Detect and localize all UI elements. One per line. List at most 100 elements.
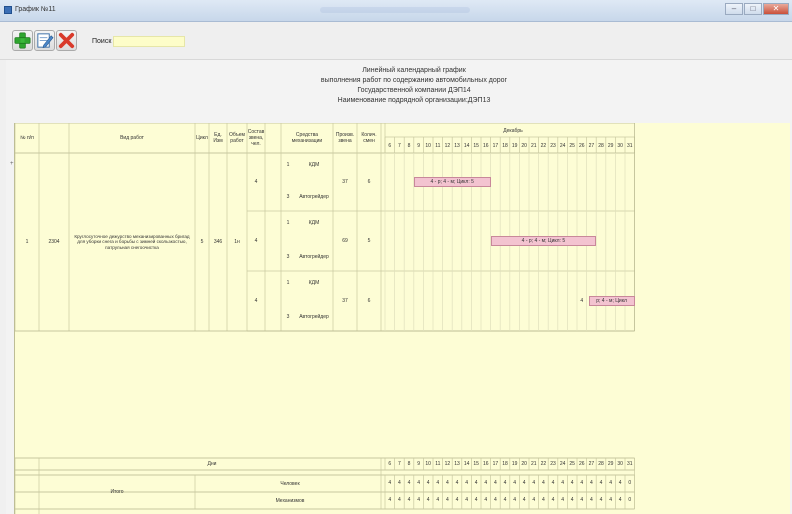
expand-toggle[interactable]: + bbox=[10, 161, 14, 167]
day-header-cell: 20 bbox=[521, 142, 527, 149]
day-header-cell: 17 bbox=[492, 142, 499, 149]
day-header-cell: 9 bbox=[417, 142, 420, 149]
footer-day-cell: 24 bbox=[559, 461, 566, 467]
report-heading: Линейный календарный график выполнения р… bbox=[6, 66, 792, 106]
heading-line-1: Линейный календарный график bbox=[362, 67, 466, 74]
minimize-button[interactable]: – bbox=[725, 3, 743, 15]
machine-1-name: КДМ bbox=[308, 220, 320, 226]
footer-people-cell: 4 bbox=[542, 480, 545, 486]
footer-people-cell: 4 bbox=[580, 480, 584, 486]
footer-machines-cell: 4 bbox=[455, 497, 459, 503]
group-output: 37 bbox=[342, 298, 348, 304]
row-unit: 346 bbox=[213, 239, 223, 245]
footer-day-cell: 31 bbox=[627, 461, 633, 467]
footer-machines-cell: 4 bbox=[599, 497, 603, 503]
title-bar-blur bbox=[320, 7, 470, 13]
col-header-volume: Объем работ bbox=[229, 132, 245, 144]
search-input[interactable] bbox=[113, 36, 185, 47]
machine-2-num: 3 bbox=[286, 194, 290, 200]
day-header-cell: 7 bbox=[398, 142, 401, 149]
footer-machines-cell: 4 bbox=[618, 497, 622, 503]
footer-people-cell: 4 bbox=[417, 480, 420, 486]
col-header-shifts: Колич. смен bbox=[361, 132, 377, 144]
search-label: Поиск bbox=[92, 38, 112, 45]
close-window-button[interactable]: ✕ bbox=[763, 3, 789, 15]
machine-2-num: 3 bbox=[286, 314, 290, 320]
report-area: Линейный календарный график выполнения р… bbox=[6, 60, 792, 514]
day-header-cell: 11 bbox=[435, 142, 441, 149]
row-volume: 1н bbox=[234, 239, 240, 245]
footer-people-cell: 4 bbox=[532, 480, 536, 486]
day-header-cell: 30 bbox=[617, 142, 623, 149]
group-crew: 4 bbox=[254, 298, 258, 304]
footer-people-cell: 4 bbox=[494, 480, 497, 486]
footer-day-cell: 16 bbox=[483, 461, 489, 467]
schedule-bar[interactable]: 4 - р; 4 - м; Цикл: 5 bbox=[490, 236, 597, 246]
day-header-cell: 19 bbox=[511, 142, 518, 149]
day-header-cell: 6 bbox=[388, 142, 392, 149]
application-window: График №11 – □ ✕ Поиск Линейный календар… bbox=[0, 0, 792, 514]
footer-people-cell: 4 bbox=[551, 480, 555, 486]
col-header-kind: Вид работ bbox=[120, 135, 144, 141]
footer-people-cell: 4 bbox=[446, 480, 449, 486]
footer-day-cell: 25 bbox=[569, 461, 575, 467]
footer-people-cell: 4 bbox=[474, 480, 478, 486]
footer-day-cell: 10 bbox=[425, 461, 431, 467]
footer-machines-cell: 4 bbox=[436, 497, 440, 503]
footer-people-cell: 4 bbox=[398, 480, 401, 486]
machine-1-num: 1 bbox=[286, 162, 290, 168]
footer-machines-cell: 4 bbox=[513, 497, 516, 503]
day-header-cell: 22 bbox=[540, 142, 547, 149]
heading-line-2: выполнения работ по содержанию автомобил… bbox=[320, 77, 508, 84]
footer-machines-cell: 4 bbox=[609, 497, 612, 503]
machine-2-name: Автогрейдер bbox=[299, 254, 329, 260]
group-output: 37 bbox=[342, 179, 348, 185]
day-header-cell: 29 bbox=[607, 142, 614, 149]
footer-machines-cell: 4 bbox=[551, 497, 555, 503]
day-header-cell: 13 bbox=[454, 142, 460, 149]
schedule-bar[interactable]: р; 4 - м; Цикл bbox=[588, 296, 635, 306]
schedule-bar[interactable]: 4 - р; 4 - м; Цикл: 5 bbox=[413, 177, 491, 187]
footer-day-cell: 28 bbox=[598, 461, 604, 467]
footer-machines-cell: 4 bbox=[542, 497, 545, 503]
footer-days-label: Дни bbox=[207, 461, 217, 467]
footer-machines-cell: 4 bbox=[522, 497, 526, 503]
footer-machines-cell: 4 bbox=[474, 497, 478, 503]
day-header-cell: 12 bbox=[444, 142, 451, 149]
footer-day-cell: 9 bbox=[417, 461, 420, 467]
col-header-unit: Ед. Изм bbox=[213, 132, 223, 144]
day-header-cell: 28 bbox=[598, 142, 604, 149]
footer-day-cell: 11 bbox=[435, 461, 441, 467]
edit-button[interactable] bbox=[34, 30, 55, 51]
maximize-button[interactable]: □ bbox=[744, 3, 762, 15]
footer-day-cell: 20 bbox=[521, 461, 527, 467]
footer-machines-cell: 4 bbox=[580, 497, 584, 503]
group-shifts: 6 bbox=[367, 179, 371, 185]
schedule-table[interactable]: № п/п Вид работ Цикл Ед. Изм Объем работ… bbox=[10, 123, 790, 514]
footer-day-cell: 12 bbox=[444, 461, 451, 467]
delete-button[interactable] bbox=[56, 30, 77, 51]
footer-people-cell: 4 bbox=[609, 480, 612, 486]
footer-people-cell: 4 bbox=[618, 480, 622, 486]
footer-day-cell: 18 bbox=[502, 461, 508, 467]
footer-day-cell: 22 bbox=[540, 461, 547, 467]
col-header-cycle: Цикл bbox=[196, 135, 208, 141]
day-header-cell: 21 bbox=[531, 142, 537, 149]
day-header-cell: 26 bbox=[579, 142, 585, 149]
plus-icon bbox=[14, 32, 31, 49]
footer-people-cell: 4 bbox=[426, 480, 430, 486]
group-shifts: 5 bbox=[367, 238, 371, 244]
group-crew: 4 bbox=[254, 238, 258, 244]
machine-2-name: Автогрейдер bbox=[299, 194, 329, 200]
footer-day-cell: 15 bbox=[473, 461, 479, 467]
row-cycle: 5 bbox=[200, 239, 204, 245]
footer-people-cell: 4 bbox=[436, 480, 440, 486]
footer-people-cell: 4 bbox=[407, 480, 411, 486]
machine-1-name: КДМ bbox=[308, 280, 320, 286]
col-header-month: Декабрь bbox=[503, 128, 523, 134]
col-header-machines: Средства механизации bbox=[291, 132, 323, 144]
footer-day-cell: 30 bbox=[617, 461, 623, 467]
add-button[interactable] bbox=[12, 30, 33, 51]
footer-day-cell: 6 bbox=[388, 461, 392, 467]
footer-day-cell: 8 bbox=[407, 461, 411, 467]
